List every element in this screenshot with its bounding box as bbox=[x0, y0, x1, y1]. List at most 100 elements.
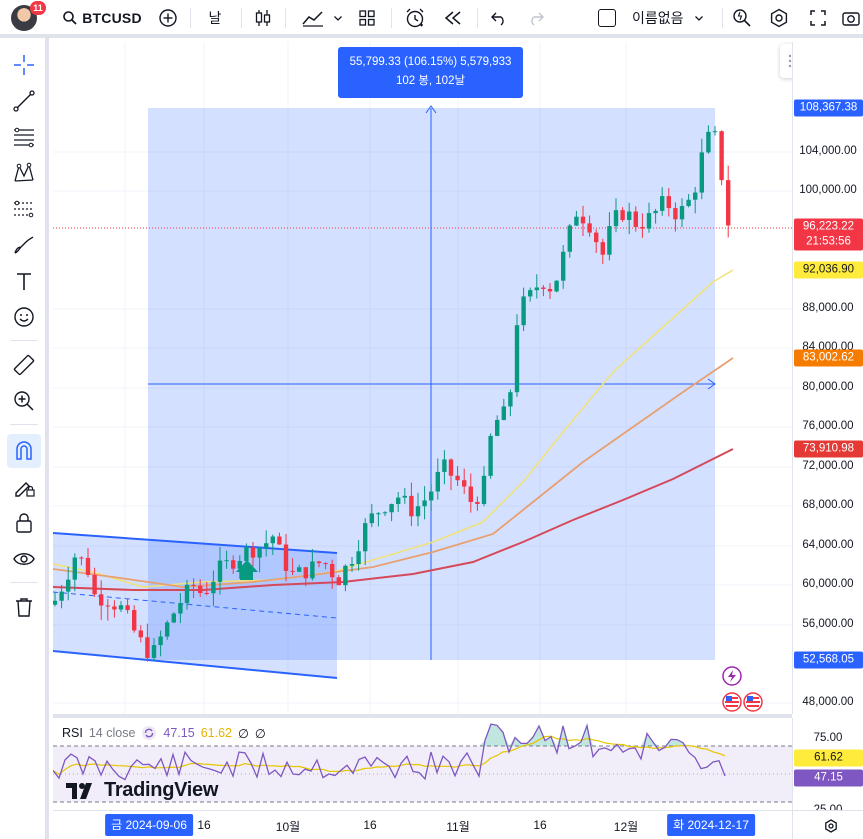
time-tick: 10월 bbox=[275, 820, 301, 834]
watermark-text: TradingView bbox=[104, 779, 219, 801]
tool-zoom[interactable] bbox=[7, 384, 41, 418]
alert-button[interactable] bbox=[400, 0, 430, 36]
empty-set-icon: ∅ bbox=[237, 726, 249, 741]
candle-body bbox=[468, 486, 473, 502]
candle-body bbox=[330, 563, 335, 578]
candle-body bbox=[264, 543, 269, 548]
candle-body bbox=[620, 210, 625, 221]
candle-body bbox=[145, 637, 150, 658]
candle-body bbox=[547, 288, 553, 292]
layout-name-button[interactable]: 이름없음 bbox=[598, 0, 718, 36]
undo-icon bbox=[491, 12, 504, 26]
candle-body bbox=[310, 561, 315, 579]
redo-icon bbox=[531, 12, 544, 26]
tool-magnet[interactable] bbox=[7, 434, 41, 468]
measure-end-date: 화 2024-12-17 bbox=[667, 814, 755, 836]
candle-body bbox=[72, 557, 77, 580]
tool-prediction[interactable] bbox=[7, 192, 41, 226]
redo-button[interactable] bbox=[523, 0, 549, 36]
candle-body bbox=[171, 613, 176, 623]
candle-body bbox=[125, 605, 130, 611]
candle-body bbox=[53, 600, 58, 605]
tool-lock[interactable] bbox=[7, 506, 41, 540]
candle-body bbox=[600, 242, 605, 255]
undo-button[interactable] bbox=[486, 0, 512, 36]
candle-body bbox=[613, 210, 619, 227]
candle-body bbox=[396, 497, 401, 505]
candles-icon bbox=[255, 10, 271, 26]
top-toolbar: 11 BTCUSD 날 이름없음 bbox=[0, 0, 863, 38]
rsi-value: 47.15 bbox=[163, 726, 195, 740]
events-markers[interactable] bbox=[718, 666, 766, 716]
candle-body bbox=[363, 523, 368, 552]
candle-body bbox=[435, 471, 440, 492]
candle-body bbox=[382, 512, 388, 514]
tool-brush[interactable] bbox=[7, 228, 41, 262]
tool-remove[interactable] bbox=[7, 590, 41, 624]
pattern-icon bbox=[14, 162, 34, 182]
tool-fib[interactable] bbox=[7, 120, 41, 154]
tool-ruler[interactable] bbox=[7, 348, 41, 382]
measure-start-date: 금 2024-09-06 bbox=[105, 814, 193, 836]
price-chart[interactable] bbox=[53, 42, 792, 714]
candle-body bbox=[640, 226, 645, 229]
refresh-icon[interactable] bbox=[141, 725, 157, 741]
rsi-axis[interactable]: 75.00 25.00 61.62 47.15 bbox=[792, 718, 863, 816]
indicators-button[interactable] bbox=[296, 0, 348, 36]
price-tick: 76,000.00 bbox=[802, 420, 854, 432]
snapshot-icon bbox=[842, 12, 860, 26]
replay-button[interactable] bbox=[438, 0, 468, 36]
tool-crosshair[interactable] bbox=[7, 48, 41, 82]
snapshot-button[interactable] bbox=[840, 0, 862, 36]
magnet-icon bbox=[16, 441, 32, 460]
candle-body bbox=[105, 605, 110, 607]
time-axis[interactable]: 금 2024-09-06 16 10월 16 11월 16 12월 화 2024… bbox=[53, 810, 792, 839]
rsi-legend[interactable]: RSI 14 close 47.15 61.62 ∅ ∅ bbox=[62, 725, 266, 741]
tool-lock-drawing[interactable] bbox=[7, 470, 41, 504]
candle-body bbox=[99, 594, 104, 606]
gear-icon bbox=[825, 819, 837, 833]
layout-button[interactable] bbox=[354, 0, 380, 36]
price-axis[interactable]: 104,000.00 100,000.00 88,000.00 84,000.0… bbox=[792, 42, 863, 714]
measure-low-label: 52,568.05 bbox=[794, 651, 863, 669]
candle-body bbox=[561, 251, 566, 281]
candle-body bbox=[217, 560, 223, 582]
settings-button[interactable] bbox=[766, 0, 792, 36]
symbol-search-button[interactable]: BTCUSD bbox=[58, 0, 146, 36]
interval-button[interactable]: 날 bbox=[200, 0, 230, 36]
candle-body bbox=[699, 152, 704, 193]
candle-body bbox=[138, 630, 143, 638]
candle-body bbox=[198, 585, 203, 593]
chart-canvas[interactable] bbox=[53, 42, 792, 714]
countdown-label: 21:53:56 bbox=[794, 233, 863, 251]
fullscreen-button[interactable] bbox=[805, 0, 831, 36]
chart-settings-button[interactable] bbox=[792, 810, 863, 839]
compare-button[interactable] bbox=[153, 0, 183, 36]
notification-badge: 11 bbox=[30, 1, 46, 15]
tool-pattern[interactable] bbox=[7, 156, 41, 190]
candle-body bbox=[567, 225, 572, 252]
measure-line2: 102 봉, 102날 bbox=[395, 75, 466, 87]
user-avatar[interactable]: 11 bbox=[11, 1, 46, 31]
ma-fast-label: 92,036.90 bbox=[794, 261, 863, 279]
rsi-value-label: 47.15 bbox=[794, 769, 863, 787]
quick-search-button[interactable] bbox=[729, 0, 755, 36]
candle-body bbox=[679, 206, 685, 220]
candle-body bbox=[191, 584, 196, 586]
tool-emoji[interactable] bbox=[7, 300, 41, 334]
candle-body bbox=[587, 223, 592, 233]
chart-type-button[interactable] bbox=[250, 0, 276, 36]
candle-body bbox=[528, 290, 533, 297]
candle-body bbox=[712, 131, 718, 133]
candle-body bbox=[429, 491, 434, 501]
candle-body bbox=[204, 592, 209, 594]
candle-body bbox=[534, 287, 539, 291]
tool-visibility[interactable] bbox=[7, 542, 41, 576]
tool-text[interactable] bbox=[7, 264, 41, 298]
layout-icon bbox=[359, 10, 375, 26]
emoji-icon bbox=[14, 307, 34, 327]
trash-icon bbox=[16, 598, 32, 617]
candle-body bbox=[554, 280, 559, 292]
tool-trendline[interactable] bbox=[7, 84, 41, 118]
candle-body bbox=[646, 213, 652, 229]
